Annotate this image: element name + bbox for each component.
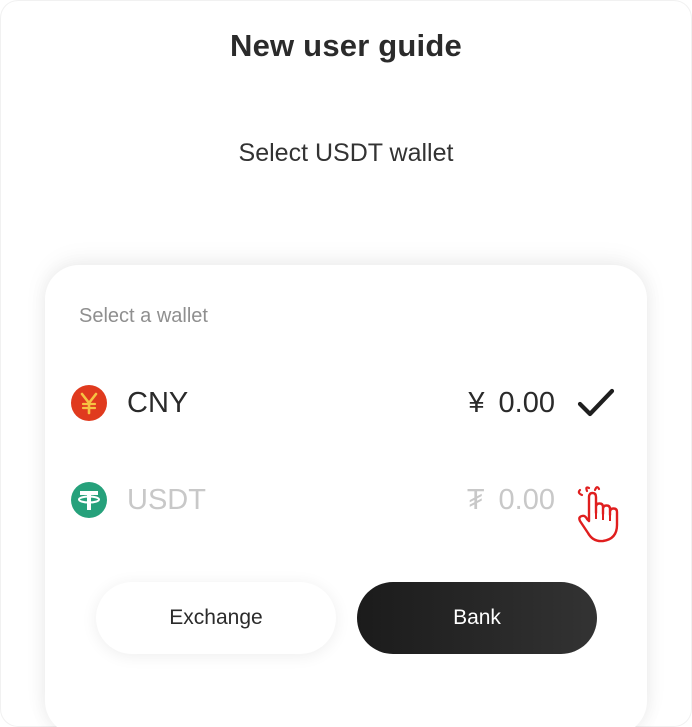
wallet-select-card: Select a wallet CNY ¥0.00 USDT ₮ 0.00 Ex…: [45, 265, 647, 727]
card-heading: Select a wallet: [79, 305, 208, 327]
currency-symbol: ₮: [466, 484, 485, 516]
bank-button[interactable]: Bank: [357, 582, 597, 654]
wallet-row-cny[interactable]: CNY ¥0.00: [45, 373, 647, 433]
guide-dialog: New user guide Select USDT wallet Select…: [0, 0, 692, 727]
tether-coin-icon: [71, 482, 107, 518]
wallet-name: CNY: [127, 387, 189, 419]
pointing-hand-icon: [577, 486, 619, 543]
yuan-coin-icon: [71, 385, 107, 421]
page-title: New user guide: [230, 28, 462, 63]
wallet-row-usdt[interactable]: USDT ₮ 0.00: [45, 470, 647, 530]
currency-symbol: ¥: [468, 387, 485, 419]
balance-value: 0.00: [498, 484, 555, 516]
page-subtitle: Select USDT wallet: [238, 139, 454, 167]
wallet-balance: ₮ 0.00: [467, 484, 555, 517]
wallet-balance: ¥0.00: [468, 387, 555, 420]
exchange-button[interactable]: Exchange: [96, 582, 336, 654]
checkmark-icon: [577, 388, 615, 417]
wallet-name: USDT: [127, 484, 206, 516]
balance-value: 0.00: [498, 387, 555, 419]
